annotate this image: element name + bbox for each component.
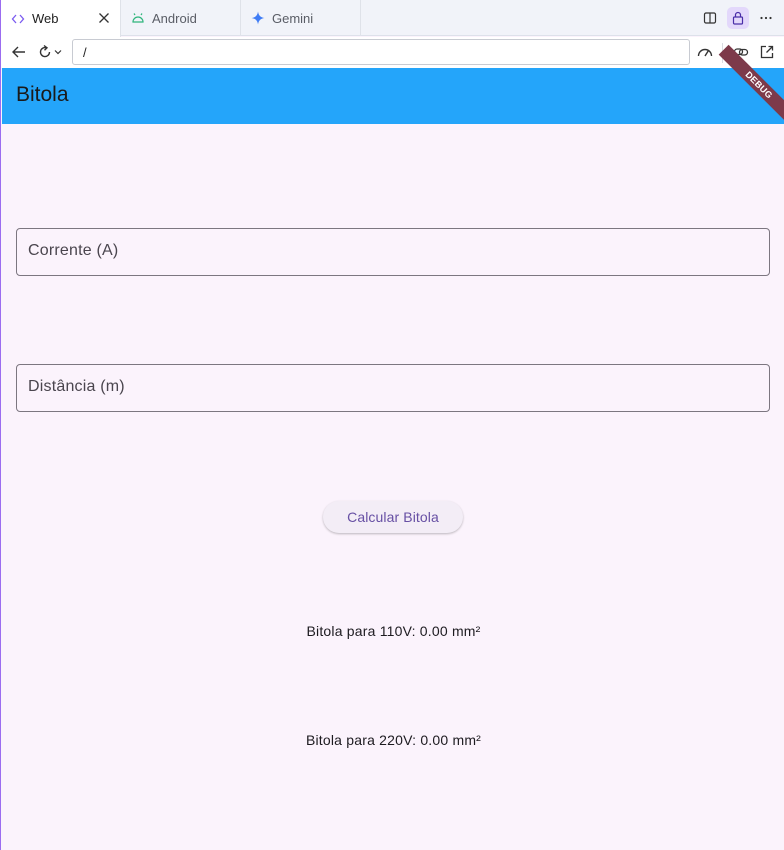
back-arrow-icon[interactable] [10,43,28,61]
tab-label: Android [152,10,197,26]
address-bar: / [1,37,784,68]
calculate-button[interactable]: Calcular Bitola [323,501,463,533]
distance-input-label: Distância (m) [28,378,125,395]
lock-icon[interactable] [727,7,749,29]
open-external-icon[interactable] [758,43,776,61]
tab-label: Web [32,11,59,26]
tab-strip: Web Android Gemini [1,0,784,37]
app-frame: Web Android Gemini / Bitola DEBUG Corren… [0,0,784,850]
current-input[interactable]: Corrente (A) [16,228,770,276]
split-view-icon[interactable] [699,7,721,29]
result-110v: Bitola para 110V: 0.00 mm² [306,623,481,639]
app-bar: Bitola DEBUG [2,44,784,126]
code-icon [11,12,25,26]
tab-android[interactable]: Android [121,0,241,36]
gemini-sparkle-icon [251,11,265,25]
performance-gauge-icon[interactable] [696,43,714,61]
distance-input[interactable]: Distância (m) [16,364,770,412]
android-icon [131,11,145,25]
tab-gemini[interactable]: Gemini [241,0,361,36]
current-input-label: Corrente (A) [28,242,119,259]
url-input[interactable]: / [72,39,690,65]
page-title: Bitola [16,83,69,106]
tab-label: Gemini [272,10,314,26]
close-icon[interactable] [97,11,111,25]
tab-web[interactable]: Web [1,0,121,37]
result-220v: Bitola para 220V: 0.00 mm² [305,732,482,748]
tab-tools [699,7,777,29]
chevron-down-icon[interactable] [52,43,64,61]
more-options-icon[interactable] [755,7,777,29]
